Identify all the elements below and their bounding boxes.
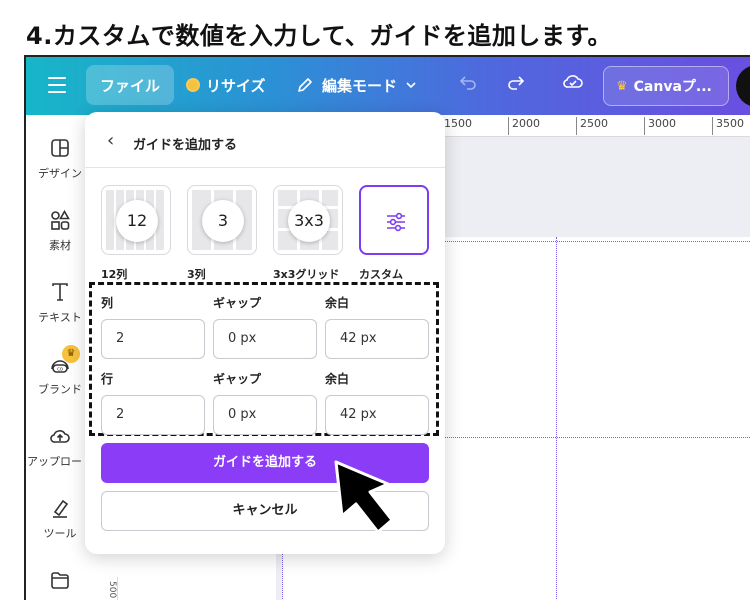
columns-gap-label: ギャップ xyxy=(213,296,262,310)
preset-3-columns[interactable]: 3 xyxy=(187,185,257,255)
tool-icon xyxy=(53,499,69,518)
redo-button[interactable] xyxy=(506,73,526,93)
avatar[interactable] xyxy=(736,65,750,107)
undo-button[interactable] xyxy=(458,73,478,93)
preset-badge: 3x3 xyxy=(288,200,330,242)
menu-icon[interactable] xyxy=(46,74,68,96)
chevron-left-icon[interactable]: ‹ xyxy=(107,130,114,151)
folder-icon xyxy=(51,572,69,589)
guide-line-vertical xyxy=(556,237,557,600)
layout-icon xyxy=(51,139,69,157)
left-sidebar: デザイン 素材 テキスト ♛ co ブランド アップロード ツール xyxy=(26,115,94,600)
columns-margin-label: 余白 xyxy=(325,296,350,310)
text-icon xyxy=(52,283,68,301)
pointer-arrow-icon xyxy=(334,460,394,534)
ruler-tick: 3500 xyxy=(712,117,744,135)
canva-pro-button[interactable]: ♛ Canvaプ... xyxy=(603,66,729,106)
premium-dot-icon xyxy=(186,78,200,92)
ruler-tick: 2500 xyxy=(576,117,608,135)
edit-mode-button[interactable]: 編集モード xyxy=(296,65,417,105)
vertical-ruler: 500 xyxy=(96,577,118,600)
cloud-sync-button[interactable] xyxy=(562,71,584,91)
rows-count-field[interactable]: 2 xyxy=(101,395,205,435)
chevron-down-icon xyxy=(406,82,416,89)
sidebar-item-label: ツール xyxy=(43,527,77,540)
shapes-icon xyxy=(51,209,70,230)
crown-icon: ♛ xyxy=(616,78,628,94)
rows-margin-field[interactable]: 42 px xyxy=(325,395,429,435)
rows-label: 行 xyxy=(101,372,114,386)
preset-label: 12列 xyxy=(101,268,128,281)
columns-margin-field[interactable]: 42 px xyxy=(325,319,429,359)
rows-gap-field[interactable]: 0 px xyxy=(213,395,317,435)
preset-12-columns[interactable]: 12 xyxy=(101,185,171,255)
resize-label: リサイズ xyxy=(206,76,266,95)
preset-label: 3x3グリッド xyxy=(273,268,340,281)
rows-gap-label: ギャップ xyxy=(213,372,262,386)
sidebar-item-projects[interactable] xyxy=(26,569,94,597)
preset-3x3-grid[interactable]: 3x3 xyxy=(273,185,343,255)
preset-label: カスタム xyxy=(359,268,403,281)
sidebar-item-label: 素材 xyxy=(49,239,71,252)
sidebar-item-label: デザイン xyxy=(38,167,82,180)
sidebar-item-text[interactable]: テキスト xyxy=(26,281,94,325)
sidebar-item-elements[interactable]: 素材 xyxy=(26,209,94,253)
sidebar-item-design[interactable]: デザイン xyxy=(26,137,94,181)
ruler-tick: 3000 xyxy=(644,117,676,135)
sidebar-item-label: アップロード xyxy=(27,455,93,468)
preset-badge: 3 xyxy=(202,200,244,242)
svg-text:co: co xyxy=(57,367,63,373)
cloud-check-icon xyxy=(563,75,583,88)
sidebar-item-brand[interactable]: ♛ co ブランド xyxy=(26,345,94,397)
redo-icon xyxy=(508,76,525,90)
preset-label: 3列 xyxy=(187,268,206,281)
sidebar-item-uploads[interactable]: アップロード xyxy=(26,425,94,469)
dialog-header: ‹ ガイドを追加する xyxy=(85,112,445,168)
canva-pro-label: Canvaプ... xyxy=(633,79,712,95)
upload-icon xyxy=(50,430,70,443)
sidebar-item-tools[interactable]: ツール xyxy=(26,497,94,541)
top-bar: ファイル リサイズ 編集モード ♛ Canvaプ... xyxy=(26,57,750,115)
sliders-icon xyxy=(387,212,405,232)
columns-label: 列 xyxy=(101,296,114,310)
preset-badge: 12 xyxy=(116,200,158,242)
pencil-icon xyxy=(298,78,312,92)
undo-icon xyxy=(459,76,476,90)
sidebar-item-label: テキスト xyxy=(38,311,82,324)
file-menu-button[interactable]: ファイル xyxy=(86,65,174,105)
ruler-tick: 2000 xyxy=(508,117,540,135)
columns-gap-field[interactable]: 0 px xyxy=(213,319,317,359)
resize-button[interactable]: リサイズ xyxy=(186,65,266,105)
preset-custom[interactable] xyxy=(359,185,429,255)
edit-mode-label: 編集モード xyxy=(322,76,398,95)
step-title: 4.カスタムで数値を入力して、ガイドを追加します。 xyxy=(26,22,612,50)
sidebar-item-label: ブランド xyxy=(38,383,82,396)
dialog-title: ガイドを追加する xyxy=(133,138,238,153)
columns-count-field[interactable]: 2 xyxy=(101,319,205,359)
rows-margin-label: 余白 xyxy=(325,372,350,386)
crown-icon: ♛ xyxy=(62,345,80,363)
